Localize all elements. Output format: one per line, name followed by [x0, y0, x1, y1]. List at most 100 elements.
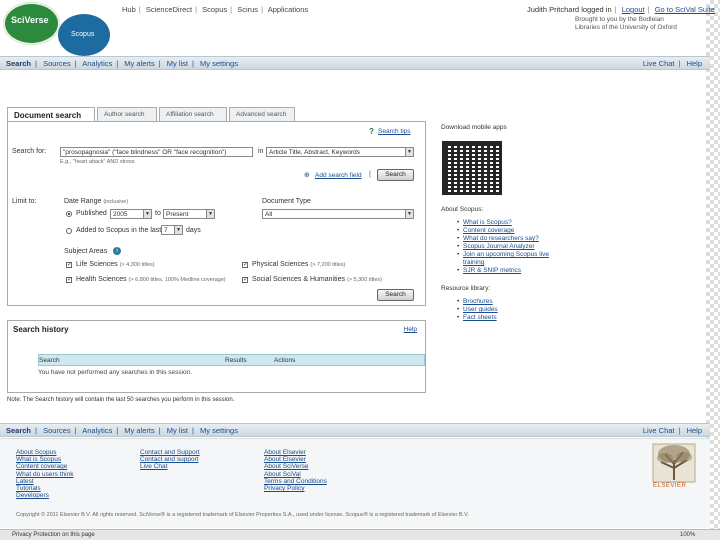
added-days-value: 7 [164, 227, 168, 234]
footer-link[interactable]: Content coverage [16, 463, 73, 470]
scival-link[interactable]: Go to SciVal Suite [655, 5, 715, 14]
footer-nav-live-chat[interactable]: Live Chat [643, 426, 675, 435]
physical-sciences-checkbox[interactable]: ✓ [242, 262, 248, 268]
footer-nav-sources[interactable]: Sources [43, 426, 71, 435]
topnav-applications[interactable]: Applications [268, 5, 308, 14]
nav-my-settings[interactable]: My settings [200, 59, 238, 68]
about-link[interactable]: What is Scopus? [457, 219, 561, 227]
footer-col-about-scopus: About Scopus What is Scopus Content cove… [16, 449, 73, 499]
tab-author-search[interactable]: Author search [97, 107, 157, 122]
download-mobile-apps-link[interactable]: Download mobile apps [441, 124, 561, 131]
nav-live-chat[interactable]: Live Chat [643, 59, 675, 68]
health-sciences-checkbox[interactable]: ✓ [66, 277, 72, 283]
nav-analytics[interactable]: Analytics [82, 59, 112, 68]
year-to-select[interactable]: Present ▼ [163, 209, 215, 219]
footer-link[interactable]: Live Chat [140, 463, 200, 470]
footer-link[interactable]: About Elsevier [264, 449, 327, 456]
about-link[interactable]: SJR & SNIP metrics [457, 267, 561, 275]
footer-link[interactable]: Tutorials [16, 485, 73, 492]
footer-nav-analytics[interactable]: Analytics [82, 426, 112, 435]
limit-to-label: Limit to: [12, 198, 37, 205]
search-for-label: Search for: [12, 148, 47, 155]
search-query-input[interactable]: "prosopagnosia" ("face blindness" OR "fa… [60, 147, 253, 157]
topnav-hub[interactable]: Hub [122, 5, 136, 14]
in-label: in [258, 148, 264, 155]
nav-sources[interactable]: Sources [43, 59, 71, 68]
footer-link[interactable]: Terms and Conditions [264, 478, 327, 485]
resource-link[interactable]: User guides [457, 306, 561, 314]
footer-link[interactable]: Developers [16, 492, 73, 499]
history-note: Note: The Search history will contain th… [7, 397, 235, 403]
footer-link[interactable]: About Elsevier [264, 456, 327, 463]
nav-my-alerts[interactable]: My alerts [124, 59, 154, 68]
sciverse-logo[interactable]: SciVerse [3, 2, 60, 45]
top-navigation: Hub | ScienceDirect | Scopus | Scirus | Appl… [122, 5, 309, 14]
health-sciences-label: Health Sciences (> 6,800 titles, 100% Me… [76, 276, 226, 283]
search-button-bottom[interactable]: Search [377, 289, 414, 301]
published-radio[interactable] [66, 211, 72, 217]
logout-link[interactable]: Logout [622, 5, 645, 14]
social-sciences-checkbox[interactable]: ✓ [242, 277, 248, 283]
nav-search[interactable]: Search [6, 59, 31, 68]
zoom-level[interactable]: 100% [680, 532, 695, 538]
social-sciences-label: Social Sciences & Humanities (> 5,300 ti… [252, 276, 382, 283]
chevron-down-icon: ▼ [405, 148, 413, 156]
footer-link[interactable]: Contact and Support [140, 449, 200, 456]
document-search-panel: ? Search tips Search for: "prosopagnosia… [7, 121, 426, 306]
footer-nav-search[interactable]: Search [6, 426, 31, 435]
footer-link[interactable]: Latest [16, 478, 73, 485]
col-results: Results [225, 357, 247, 364]
footer-nav-my-alerts[interactable]: My alerts [124, 426, 154, 435]
copyright-text: Copyright © 2011 Elsevier B.V. All right… [16, 512, 469, 518]
footer-link[interactable]: Contact and support [140, 456, 200, 463]
col-actions: Actions [274, 357, 296, 364]
history-help-link[interactable]: Help [404, 326, 417, 333]
topnav-scirus[interactable]: Scirus [237, 5, 258, 14]
info-icon[interactable]: i [113, 247, 121, 255]
search-tips-link[interactable]: Search tips [378, 128, 411, 135]
nav-my-list[interactable]: My list [167, 59, 188, 68]
footer-link[interactable]: What is Scopus [16, 456, 73, 463]
sciverse-logo-text: SciVerse [11, 15, 49, 25]
scopus-logo[interactable]: Scopus [58, 14, 110, 56]
search-button[interactable]: Search [377, 169, 414, 181]
search-field-select[interactable]: Article Title, Abstract, Keywords ▼ [266, 147, 414, 157]
footer-link[interactable]: About Scopus [16, 449, 73, 456]
about-link[interactable]: Content coverage [457, 227, 561, 235]
tab-affiliation-search[interactable]: Affiliation search [159, 107, 227, 122]
about-link[interactable]: Join an upcoming Scopus live training [457, 251, 561, 267]
footer-link[interactable]: About SciVal [264, 471, 327, 478]
privacy-status[interactable]: Privacy Protection on this page [12, 532, 95, 538]
elsevier-logo[interactable]: ELSEVIER [651, 442, 697, 492]
published-label: Published [76, 210, 107, 217]
resource-link[interactable]: Fact sheets [457, 314, 561, 322]
resource-link[interactable]: Brochures [457, 298, 561, 306]
add-field-icon[interactable]: ⊕ [304, 171, 310, 179]
added-radio[interactable] [66, 228, 72, 234]
added-days-select[interactable]: 7 ▼ [161, 225, 183, 235]
topnav-sciencedirect[interactable]: ScienceDirect [146, 5, 192, 14]
life-sciences-checkbox[interactable]: ✓ [66, 262, 72, 268]
days-label: days [186, 227, 201, 234]
footer-nav-my-settings[interactable]: My settings [200, 426, 238, 435]
footer-nav-my-list[interactable]: My list [167, 426, 188, 435]
footer-link[interactable]: Privacy Policy [264, 485, 327, 492]
footer-link[interactable]: What do users think [16, 471, 73, 478]
footer-link[interactable]: About SciVerse [264, 463, 327, 470]
year-from-select[interactable]: 2005 ▼ [110, 209, 152, 219]
help-question-icon[interactable]: ? [369, 127, 374, 136]
topnav-scopus[interactable]: Scopus [202, 5, 227, 14]
about-link[interactable]: What do researchers say? [457, 235, 561, 243]
resource-library-list: Brochures User guides Fact sheets [457, 298, 561, 322]
col-search: Search [39, 357, 60, 364]
to-label: to [155, 210, 161, 217]
footer-nav-help[interactable]: Help [687, 426, 702, 435]
tab-advanced-search[interactable]: Advanced search [229, 107, 295, 122]
add-search-field-link[interactable]: Add search field [315, 172, 362, 179]
document-type-select[interactable]: All ▼ [262, 209, 414, 219]
scopus-logo-text: Scopus [71, 31, 95, 38]
physical-sciences-label: Physical Sciences (> 7,200 titles) [252, 261, 346, 268]
qr-code-icon[interactable] [442, 141, 502, 195]
about-link[interactable]: Scopus Journal Analyzer [457, 243, 561, 251]
nav-help[interactable]: Help [687, 59, 702, 68]
